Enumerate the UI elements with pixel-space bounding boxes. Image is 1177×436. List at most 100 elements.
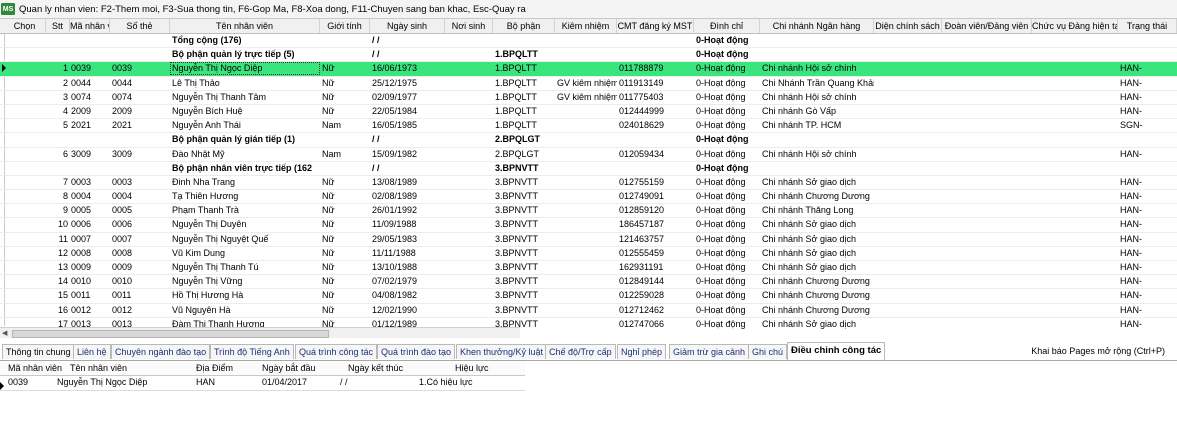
cell-stt: 4: [62, 105, 68, 116]
col-bo-phan-header[interactable]: Bộ phận: [493, 19, 555, 33]
cell-bank: Chi nhánh Hội sở chính: [762, 91, 857, 102]
cell-card: 0011: [112, 290, 132, 301]
cell-status: 0-Hoạt động: [696, 77, 746, 88]
group-row[interactable]: Bộ phận quản lý gián tiếp (1) / / 2.BPQLGT…: [0, 133, 1177, 148]
cell-card: 0006: [112, 219, 133, 230]
cell-status: 0-Hoạt động: [696, 247, 746, 258]
cell-card: 0005: [112, 205, 133, 216]
table-row[interactable]: 16 0012 0012 Vũ Nguyên Hà Nữ 12/02/1990 3.BPNV…: [0, 304, 1177, 318]
cell-dob: / /: [372, 162, 380, 173]
tab-4[interactable]: Quá trình công tác: [295, 344, 378, 359]
detail-row[interactable]: 0039 Nguyễn Thị Ngọc Diệp HAN 01/04/2017 / /…: [0, 376, 525, 391]
table-row[interactable]: 15 0011 0011 Hồ Thị Hương Hà Nữ 04/08/1982 3.B…: [0, 289, 1177, 304]
col-so-the-header[interactable]: Số thẻ: [110, 19, 170, 33]
cell-name: Nguyễn Thị Ngọc Diệp: [170, 62, 320, 76]
cell-concurrent: [555, 105, 617, 118]
table-row[interactable]: 6 3009 3009 Đào Nhật Mỹ Nam 15/09/1982 2.BPQLG…: [0, 148, 1177, 162]
table-row[interactable]: 14 0010 0010 Nguyễn Thị Vững Nữ 07/02/1979 3.B…: [0, 275, 1177, 290]
col-chon-header[interactable]: Chọn: [4, 19, 46, 33]
detail-row-indicator-icon: [0, 382, 4, 390]
cell-gender: Nữ: [322, 77, 335, 88]
table-row[interactable]: 12 0008 0008 Vũ Kim Dung Nữ 11/11/1988 3.BPNVT…: [0, 247, 1177, 261]
col-ma-nhan-vien-header[interactable]: Mã nhân v: [70, 19, 110, 33]
cell-bank: Chi nhánh Hội sở chính: [762, 63, 857, 74]
tab-6[interactable]: Khen thưởng/Kỷ luật: [456, 344, 547, 359]
cell-dob: / /: [372, 134, 380, 145]
tab-5[interactable]: Quá trình đào tạo: [377, 344, 456, 359]
col-kiem-nhiem-header[interactable]: Kiêm nhiệm: [555, 19, 617, 33]
tab-11[interactable]: Điều chỉnh công tác: [787, 342, 886, 360]
cell-status: 0-Hoạt động: [696, 91, 746, 102]
tab-0[interactable]: Thông tin chung: [2, 344, 75, 359]
detail-col-3-header[interactable]: Ngày bắt đầu: [262, 362, 316, 375]
cell-status: 0-Hoạt động: [696, 233, 746, 244]
table-row[interactable]: 7 0003 0003 Đinh Nha Trang Nữ 13/08/1989 3.BPN…: [0, 176, 1177, 191]
col-dinh-chi-header[interactable]: Đình chỉ: [694, 19, 760, 33]
cell-gender: Nữ: [322, 304, 335, 315]
table-row[interactable]: 5 2021 2021 Nguyễn Anh Thái Nam 16/05/1985 1.B…: [0, 119, 1177, 134]
cell-dob: 26/01/1992: [372, 205, 418, 216]
cell-name: Phạm Thanh Trà: [172, 205, 239, 216]
cell-status: 0-Hoạt động: [696, 105, 746, 116]
employee-grid[interactable]: Chọn Stt Mã nhân v Số thẻ Tên nhân viên Giới …: [0, 19, 1177, 329]
tab-3[interactable]: Trình độ Tiếng Anh: [210, 344, 294, 359]
detail-col-2-header[interactable]: Địa Điểm: [196, 362, 233, 375]
cell-card: 0074: [112, 91, 133, 102]
table-row[interactable]: 10 0006 0006 Nguyễn Thị Duyên Nữ 11/09/1988 3.…: [0, 218, 1177, 233]
col-dien-chinh-sach-header[interactable]: Diện chính sách: [874, 19, 942, 33]
cell-concurrent: [555, 190, 617, 203]
tab-10[interactable]: Ghi chú: [748, 344, 788, 359]
tab-8[interactable]: Nghỉ phép: [617, 344, 667, 359]
extended-pages-link[interactable]: Khai báo Pages mở rộng (Ctrl+P): [1031, 346, 1165, 356]
table-row[interactable]: 1 0039 0039 Nguyễn Thị Ngọc Diệp Nữ 16/06/197…: [0, 62, 1177, 77]
tab-7[interactable]: Chế độ/Trợ cấp: [545, 344, 616, 359]
group-row[interactable]: Tổng cộng (176) / / 0-Hoạt động: [0, 34, 1177, 49]
tab-1[interactable]: Liên hệ: [73, 344, 111, 359]
scrollbar-thumb[interactable]: [12, 330, 329, 338]
col-stt-header[interactable]: Stt: [46, 19, 70, 33]
col-noi-sinh-header[interactable]: Nơi sinh: [445, 19, 493, 33]
table-row[interactable]: 3 0074 0074 Nguyễn Thị Thanh Tâm Nữ 02/09/197…: [0, 91, 1177, 105]
cell-state: HAN-: [1120, 191, 1142, 202]
detail-col-4-header[interactable]: Ngày kết thúc: [348, 362, 403, 375]
cell-dept: 1.BPQLTT: [495, 91, 537, 102]
table-row[interactable]: 8 0004 0004 Tạ Thiên Hương Nữ 02/08/1989 3.BPN…: [0, 190, 1177, 205]
cell-code: 0004: [71, 191, 92, 202]
horizontal-scrollbar[interactable]: ◀: [0, 327, 520, 338]
table-row[interactable]: 4 2009 2009 Nguyễn Bích Huệ Nữ 22/05/1984 1.BP…: [0, 105, 1177, 120]
table-row[interactable]: 11 0007 0007 Nguyễn Thị Nguyệt Quế Nữ 29/05/1…: [0, 233, 1177, 247]
detail-grid[interactable]: Mã nhân viên Tên nhân viên Địa Điểm Ngày bắ…: [0, 362, 525, 392]
group-row[interactable]: Bộ phận nhân viên trực tiếp (162 / / 3.BPN…: [0, 162, 1177, 176]
table-row[interactable]: 9 0005 0005 Phạm Thanh Trà Nữ 26/01/1992 3.BPN…: [0, 204, 1177, 219]
detail-cell-effect: 1.Có hiệu lực: [419, 377, 473, 387]
cell-cmt: 012712462: [619, 304, 665, 315]
group-row[interactable]: Bộ phận quản lý trực tiếp (5) / / 1.BPQLTT…: [0, 48, 1177, 63]
tab-9[interactable]: Giảm trừ gia cảnh: [669, 344, 750, 359]
cell-gender: Nữ: [322, 91, 335, 102]
table-row[interactable]: 13 0009 0009 Nguyễn Thị Thanh Tú Nữ 13/10/198…: [0, 261, 1177, 276]
cell-dob: 13/10/1988: [372, 262, 418, 272]
col-ten-nhan-vien-header[interactable]: Tên nhân viên: [170, 19, 320, 33]
col-doan-vien-header[interactable]: Đoàn viên/Đảng viên: [942, 19, 1032, 33]
scroll-left-icon[interactable]: ◀: [2, 329, 7, 337]
detail-col-0-header[interactable]: Mã nhân viên: [8, 362, 62, 375]
cell-dept: 3.BPNVTT: [495, 276, 539, 287]
col-cmt-header[interactable]: CMT đăng ký MST: [617, 19, 694, 33]
tab-2[interactable]: Chuyên ngành đào tạo: [111, 344, 211, 359]
cell-bank: Chi nhánh Sở giao dịch: [762, 318, 856, 329]
detail-col-1-header[interactable]: Tên nhân viên: [70, 362, 127, 375]
detail-col-5-header[interactable]: Hiệu lực: [455, 362, 489, 375]
col-ngay-sinh-header[interactable]: Ngày sinh: [370, 19, 445, 33]
cell-state: HAN-: [1120, 205, 1142, 216]
col-chuc-vu-dang-header[interactable]: Chức vụ Đảng hiện tại: [1032, 19, 1118, 33]
cell-dept: 1.BPQLTT: [495, 77, 537, 88]
cell-concurrent: [555, 218, 617, 231]
col-gioi-tinh-header[interactable]: Giới tính: [320, 19, 370, 33]
cell-status: 0-Hoạt động: [696, 120, 746, 131]
col-chi-nhanh-header[interactable]: Chi nhánh Ngân hàng: [760, 19, 874, 33]
col-trang-thai-header[interactable]: Trạng thái: [1118, 19, 1177, 33]
cell-concurrent: [555, 176, 617, 189]
cell-card: 3009: [112, 148, 133, 159]
table-row[interactable]: 2 0044 0044 Lê Thị Thảo Nữ 25/12/1975 1.BPQLTT…: [0, 77, 1177, 91]
cell-dept: 2.BPQLGT: [495, 134, 541, 145]
